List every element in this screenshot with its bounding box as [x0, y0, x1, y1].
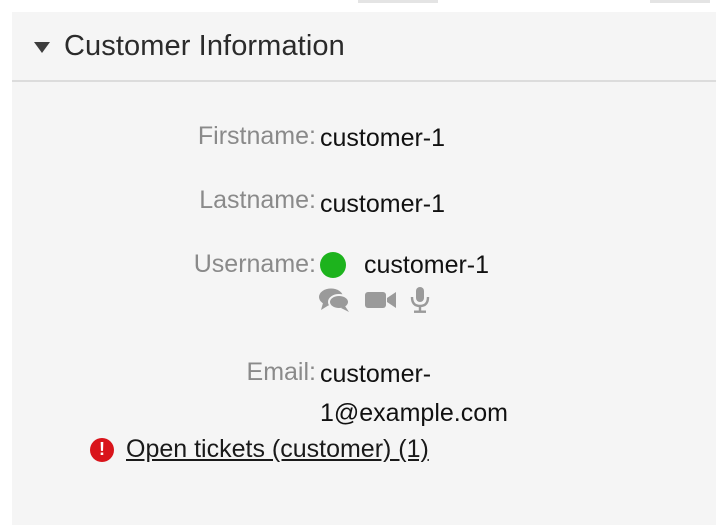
lastname-value: customer-1 [320, 190, 446, 218]
customer-information-widget: Customer Information Firstname: customer… [12, 12, 716, 525]
email-row: Email: customer- 1@example.com [12, 358, 716, 438]
page: Customer Information Firstname: customer… [0, 0, 716, 525]
divider [358, 0, 438, 3]
email-value: customer- 1@example.com [320, 355, 508, 433]
firstname-row: Firstname: customer-1 [12, 122, 716, 158]
open-tickets: ! Open tickets (customer) (1) [90, 435, 429, 464]
collapse-triangle-icon[interactable] [34, 41, 50, 53]
online-status-indicator [320, 252, 346, 278]
widget-header-toggle[interactable]: Customer Information [12, 12, 716, 82]
divider [650, 0, 710, 3]
username-row: Username: customer-1 [12, 250, 716, 330]
lastname-label: Lastname: [199, 186, 316, 214]
firstname-value: customer-1 [320, 124, 446, 152]
widget-title: Customer Information [64, 29, 345, 62]
microphone-icon[interactable] [410, 286, 430, 314]
firstname-label: Firstname: [197, 122, 316, 150]
chat-icon[interactable] [318, 287, 352, 313]
open-tickets-link[interactable]: Open tickets (customer) (1) [126, 435, 429, 464]
top-strip [0, 0, 716, 12]
lastname-row: Lastname: customer-1 [12, 186, 716, 222]
email-value-line1: customer- [320, 360, 432, 388]
email-label: Email: [246, 358, 316, 386]
username-label: Username: [193, 250, 316, 278]
video-icon[interactable] [364, 287, 398, 313]
contact-icons [318, 286, 430, 314]
alert-icon: ! [90, 437, 114, 462]
username-value: customer-1 [364, 251, 490, 279]
email-value-line2: 1@example.com [320, 399, 508, 427]
